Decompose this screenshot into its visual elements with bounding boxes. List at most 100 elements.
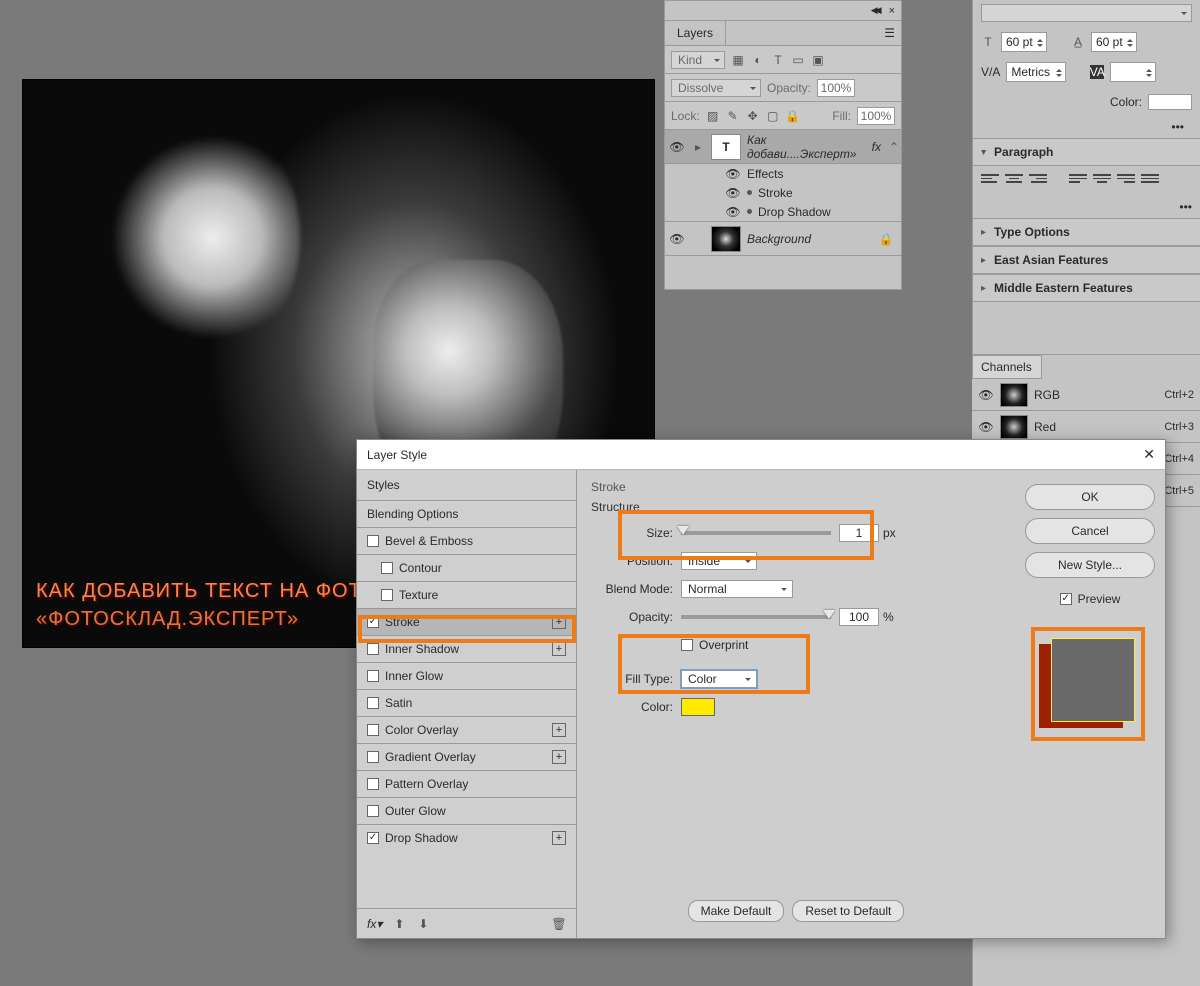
font-style-dropdown[interactable] xyxy=(981,4,1192,22)
add-effect-icon[interactable]: + xyxy=(552,750,566,764)
leading-field[interactable]: 60 pt xyxy=(1091,32,1137,52)
kerning-field[interactable]: Metrics xyxy=(1006,62,1066,82)
layer-row-background[interactable]: 👁 Background 🔒 xyxy=(665,222,901,256)
font-size-field[interactable]: 60 pt xyxy=(1001,32,1047,52)
lock-icon[interactable]: 🔒 xyxy=(879,232,893,246)
opacity-value[interactable]: 100% xyxy=(817,79,855,97)
make-default-button[interactable]: Make Default xyxy=(688,900,785,922)
filter-smart-icon[interactable]: ▣ xyxy=(811,53,825,67)
paragraph-section-header[interactable]: ▸ Paragraph xyxy=(973,138,1200,166)
checkbox[interactable] xyxy=(367,724,379,736)
opacity-slider[interactable] xyxy=(681,615,831,619)
add-effect-icon[interactable]: + xyxy=(552,642,566,656)
ok-button[interactable]: OK xyxy=(1025,484,1155,510)
new-style-button[interactable]: New Style... xyxy=(1025,552,1155,578)
close-icon[interactable]: ✕ xyxy=(1143,446,1155,463)
add-effect-icon[interactable]: + xyxy=(552,615,566,629)
blending-options-item[interactable]: Blending Options xyxy=(357,500,576,527)
visibility-icon[interactable]: 👁 xyxy=(725,186,741,200)
checkbox[interactable] xyxy=(367,778,379,790)
checkbox[interactable] xyxy=(367,697,379,709)
background-thumb[interactable] xyxy=(711,226,741,252)
visibility-icon[interactable]: 👁 xyxy=(978,420,994,434)
align-center-icon[interactable] xyxy=(1005,174,1023,188)
layer-name[interactable]: Background xyxy=(747,232,873,246)
preview-checkbox[interactable] xyxy=(1060,593,1072,605)
pattern-overlay-item[interactable]: Pattern Overlay xyxy=(357,770,576,797)
drop-shadow-item[interactable]: Drop Shadow+ xyxy=(357,824,576,851)
visibility-icon[interactable]: 👁 xyxy=(669,140,685,154)
fx-menu[interactable]: fx▾ xyxy=(367,917,382,931)
overprint-checkbox[interactable] xyxy=(681,639,693,651)
texture-item[interactable]: Texture xyxy=(357,581,576,608)
opacity-input[interactable]: 100 xyxy=(839,608,879,626)
lock-artboard-icon[interactable]: ▢ xyxy=(766,109,780,123)
align-left-icon[interactable] xyxy=(981,174,999,188)
layer-row-text[interactable]: 👁 ▸ T Как добави....Эксперт» fx ⌃ xyxy=(665,130,901,164)
layer-kind-dropdown[interactable]: Kind xyxy=(671,51,725,69)
move-up-icon[interactable]: ⬆ xyxy=(392,917,406,931)
dialog-titlebar[interactable]: Layer Style ✕ xyxy=(357,440,1165,470)
color-overlay-item[interactable]: Color Overlay+ xyxy=(357,716,576,743)
fill-value[interactable]: 100% xyxy=(857,107,895,125)
inner-glow-item[interactable]: Inner Glow xyxy=(357,662,576,689)
tracking-field[interactable] xyxy=(1110,62,1156,82)
checkbox[interactable] xyxy=(367,832,379,844)
filter-pixel-icon[interactable]: ▦ xyxy=(731,53,745,67)
checkbox[interactable] xyxy=(367,670,379,682)
layer-name[interactable]: Как добави....Эксперт» xyxy=(747,133,866,161)
justify-right-icon[interactable] xyxy=(1117,174,1135,188)
lock-pixels-icon[interactable]: ✎ xyxy=(726,109,740,123)
lock-position-icon[interactable]: ✥ xyxy=(746,109,760,123)
position-select[interactable]: Inside xyxy=(681,552,757,570)
lock-all-icon[interactable]: 🔒 xyxy=(786,109,800,123)
align-right-icon[interactable] xyxy=(1029,174,1047,188)
text-color-swatch[interactable] xyxy=(1148,94,1192,110)
inner-shadow-item[interactable]: Inner Shadow+ xyxy=(357,635,576,662)
checkbox[interactable] xyxy=(367,616,379,628)
reset-default-button[interactable]: Reset to Default xyxy=(792,900,904,922)
channels-tab[interactable]: Channels xyxy=(972,355,1042,379)
type-layer-thumb[interactable]: T xyxy=(711,134,741,160)
canvas-text-line1[interactable]: КАК ДОБАВИТЬ ТЕКСТ НА ФОТО xyxy=(36,580,377,603)
more-options-icon[interactable]: ••• xyxy=(973,196,1200,218)
fx-expand-icon[interactable]: ⌃ xyxy=(887,140,901,154)
stroke-color-swatch[interactable] xyxy=(681,698,715,716)
collapse-panel-icon[interactable]: ◀◀ xyxy=(871,5,879,16)
contour-item[interactable]: Contour xyxy=(357,554,576,581)
fill-type-select[interactable]: Color xyxy=(681,670,757,688)
channel-row[interactable]: 👁 RGB Ctrl+2 xyxy=(972,379,1200,411)
justify-left-icon[interactable] xyxy=(1069,174,1087,188)
checkbox[interactable] xyxy=(367,751,379,763)
middle-eastern-section[interactable]: ▸Middle Eastern Features xyxy=(973,274,1200,302)
add-effect-icon[interactable]: + xyxy=(552,831,566,845)
blend-mode-dropdown[interactable]: Dissolve xyxy=(671,79,761,97)
effect-name[interactable]: Drop Shadow xyxy=(758,205,831,219)
effect-name[interactable]: Stroke xyxy=(758,186,793,200)
visibility-icon[interactable]: 👁 xyxy=(978,388,994,402)
visibility-icon[interactable]: 👁 xyxy=(669,232,685,246)
fx-badge[interactable]: fx xyxy=(872,140,881,154)
size-slider[interactable] xyxy=(681,531,831,535)
justify-center-icon[interactable] xyxy=(1093,174,1111,188)
outer-glow-item[interactable]: Outer Glow xyxy=(357,797,576,824)
visibility-icon[interactable]: 👁 xyxy=(725,167,741,181)
filter-type-icon[interactable]: T xyxy=(771,53,785,67)
checkbox[interactable] xyxy=(367,535,379,547)
checkbox[interactable] xyxy=(381,562,393,574)
checkbox[interactable] xyxy=(367,805,379,817)
checkbox[interactable] xyxy=(381,589,393,601)
gradient-overlay-item[interactable]: Gradient Overlay+ xyxy=(357,743,576,770)
styles-heading[interactable]: Styles xyxy=(357,470,576,500)
layers-tab[interactable]: Layers xyxy=(665,21,726,45)
blend-mode-select[interactable]: Normal xyxy=(681,580,793,598)
justify-all-icon[interactable] xyxy=(1141,174,1159,188)
cancel-button[interactable]: Cancel xyxy=(1025,518,1155,544)
move-down-icon[interactable]: ⬇ xyxy=(416,917,430,931)
satin-item[interactable]: Satin xyxy=(357,689,576,716)
east-asian-section[interactable]: ▸East Asian Features xyxy=(973,246,1200,274)
filter-shape-icon[interactable]: ▭ xyxy=(791,53,805,67)
trash-icon[interactable]: 🗑 xyxy=(552,917,566,931)
expand-icon[interactable]: ▸ xyxy=(691,140,705,154)
visibility-icon[interactable]: 👁 xyxy=(725,205,741,219)
